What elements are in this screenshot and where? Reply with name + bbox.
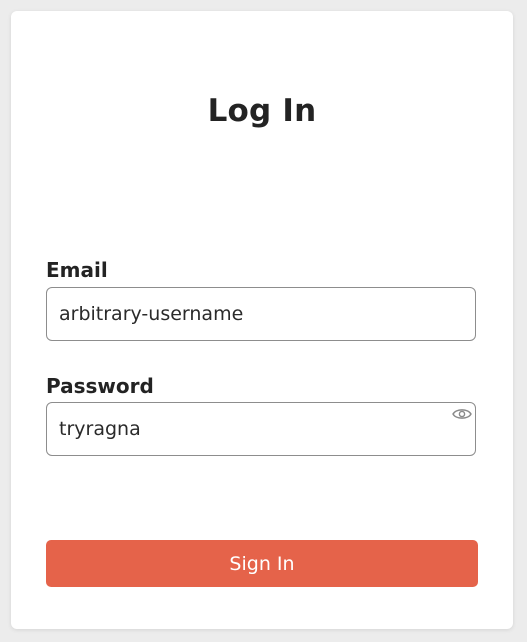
email-field[interactable] (46, 287, 476, 341)
password-field[interactable] (46, 402, 476, 456)
eye-icon[interactable] (452, 406, 472, 420)
page-title: Log In (207, 93, 317, 129)
login-card: Log In Email Password Sign In (11, 11, 513, 629)
password-label: Password (46, 374, 154, 398)
sign-in-button[interactable]: Sign In (46, 540, 478, 587)
email-label: Email (46, 258, 108, 282)
